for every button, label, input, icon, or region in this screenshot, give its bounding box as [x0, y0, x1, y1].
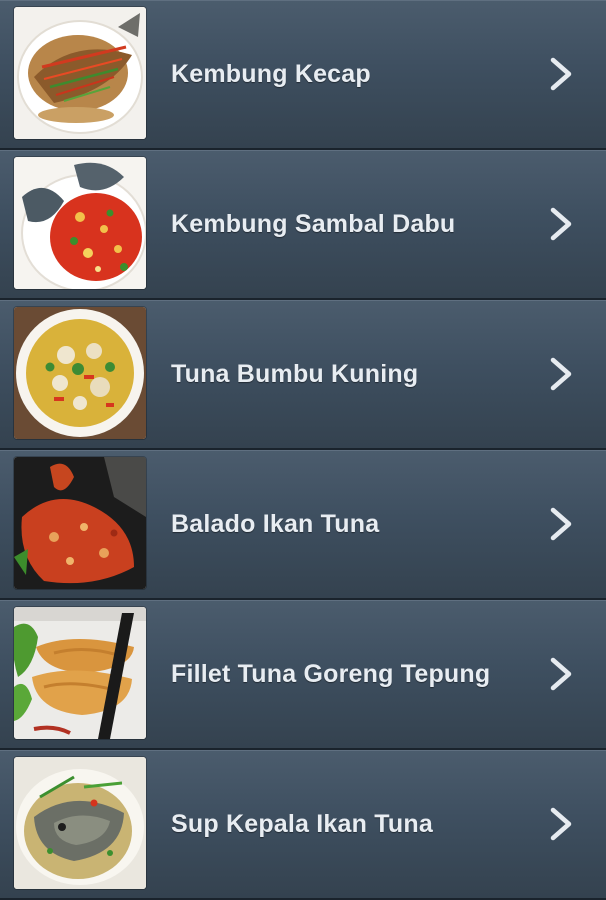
- recipe-thumbnail: [14, 157, 146, 289]
- recipe-thumbnail: [14, 457, 146, 589]
- recipe-row-kembung-sambal-dabu[interactable]: Kembung Sambal Dabu: [0, 150, 606, 300]
- recipe-list: Kembung Kecap Kembung Sambal Dabu Tuna B…: [0, 0, 606, 900]
- recipe-title: Kembung Kecap: [171, 60, 371, 88]
- chevron-right-icon: [546, 807, 576, 841]
- tuna-balado-photo: [14, 457, 146, 589]
- recipe-thumbnail: [14, 757, 146, 889]
- recipe-row-kembung-kecap[interactable]: Kembung Kecap: [0, 0, 606, 150]
- recipe-title: Sup Kepala Ikan Tuna: [171, 810, 433, 838]
- recipe-title: Kembung Sambal Dabu: [171, 210, 456, 238]
- recipe-thumbnail: [14, 607, 146, 739]
- recipe-thumbnail: [14, 7, 146, 139]
- recipe-thumbnail: [14, 307, 146, 439]
- chevron-right-icon: [546, 357, 576, 391]
- recipe-row-balado-ikan-tuna[interactable]: Balado Ikan Tuna: [0, 450, 606, 600]
- yellow-spiced-tuna-bowl-photo: [14, 307, 146, 439]
- fish-with-chili-salsa-photo: [14, 157, 146, 289]
- recipe-row-tuna-bumbu-kuning[interactable]: Tuna Bumbu Kuning: [0, 300, 606, 450]
- recipe-title: Tuna Bumbu Kuning: [171, 360, 419, 388]
- chevron-right-icon: [546, 507, 576, 541]
- recipe-row-fillet-tuna-goreng-tepung[interactable]: Fillet Tuna Goreng Tepung: [0, 600, 606, 750]
- fish-in-soy-sauce-photo: [14, 7, 146, 139]
- chevron-right-icon: [546, 207, 576, 241]
- tuna-head-soup-photo: [14, 757, 146, 889]
- recipe-title: Fillet Tuna Goreng Tepung: [171, 660, 491, 688]
- recipe-row-sup-kepala-ikan-tuna[interactable]: Sup Kepala Ikan Tuna: [0, 750, 606, 900]
- fried-battered-tuna-photo: [14, 607, 146, 739]
- recipe-title: Balado Ikan Tuna: [171, 510, 380, 538]
- chevron-right-icon: [546, 657, 576, 691]
- chevron-right-icon: [546, 57, 576, 91]
